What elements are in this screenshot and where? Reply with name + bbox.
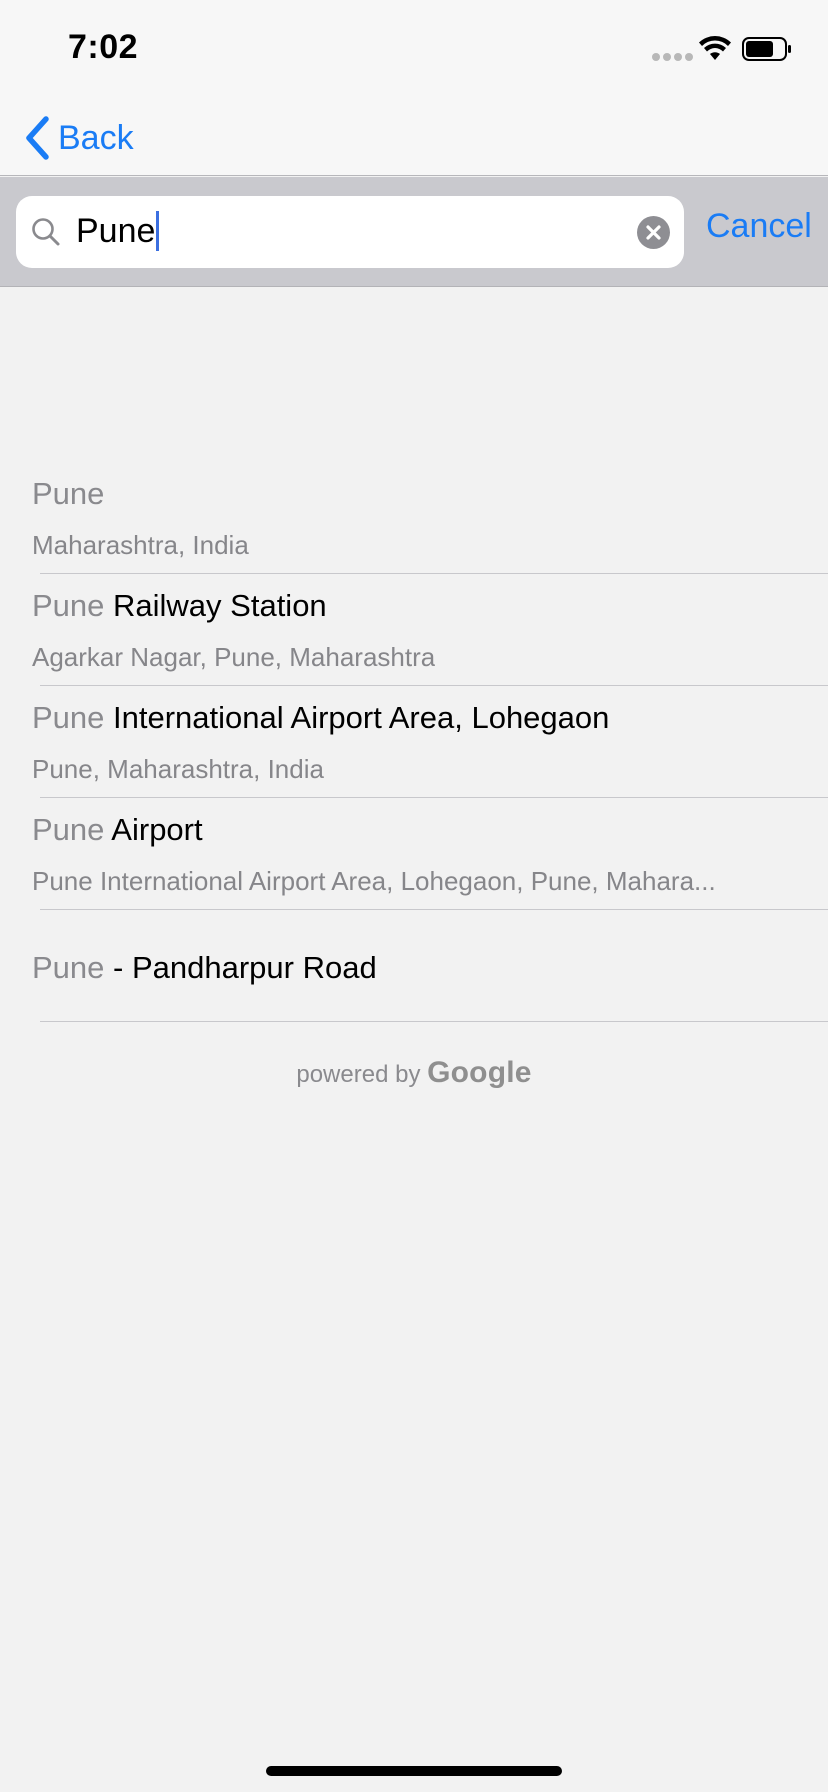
result-subtitle: Pune, Maharashtra, India (32, 754, 324, 784)
wifi-icon (699, 36, 731, 60)
home-indicator (266, 1766, 562, 1776)
search-input[interactable]: Pune (16, 196, 684, 268)
result-subtitle: Agarkar Nagar, Pune, Maharashtra (32, 642, 436, 672)
list-item[interactable]: Pune - Pandharpur Road (0, 910, 828, 1022)
list-item[interactable]: Pune Railway Station Agarkar Nagar, Pune… (0, 574, 828, 686)
list-item[interactable]: Pune Maharashtra, India (0, 462, 828, 574)
powered-by-label: powered by (296, 1061, 421, 1088)
result-title: Pune International Airport Area, Lohegao… (32, 700, 609, 736)
status-time: 7:02 (68, 28, 139, 66)
result-title: Pune Airport (32, 812, 203, 848)
result-match: Pune (32, 950, 105, 985)
list-item[interactable]: Pune International Airport Area, Lohegao… (0, 686, 828, 798)
status-bar: 7:02 (0, 0, 828, 100)
powered-by-google: powered by Google (0, 1056, 828, 1090)
navigation-bar: Back (0, 100, 828, 176)
search-query-text: Pune (76, 211, 156, 250)
result-match: Pune (32, 476, 105, 511)
separator (40, 1021, 828, 1022)
result-title-rest: Airport (104, 812, 203, 847)
search-input-value: Pune (76, 211, 160, 251)
signal-icon (652, 53, 693, 61)
back-button[interactable]: Back (22, 108, 134, 168)
text-cursor (156, 211, 160, 251)
result-match: Pune (32, 588, 105, 623)
result-title-rest: - Pandharpur Road (104, 950, 377, 985)
result-title: Pune Railway Station (32, 588, 327, 624)
result-title-rest: Railway Station (104, 588, 327, 623)
result-title: Pune (32, 476, 104, 512)
result-match: Pune (32, 700, 105, 735)
back-label: Back (58, 118, 134, 157)
results-list: Pune Maharashtra, India Pune Railway Sta… (0, 462, 828, 1022)
result-match: Pune (32, 812, 105, 847)
battery-icon (742, 37, 791, 61)
result-title-rest: International Airport Area, Lohegaon (104, 700, 610, 735)
search-icon (32, 218, 60, 246)
result-title: Pune - Pandharpur Road (32, 950, 377, 986)
clear-icon[interactable] (637, 216, 670, 249)
result-subtitle: Maharashtra, India (32, 530, 249, 560)
google-logo: Google (427, 1056, 532, 1089)
chevron-left-icon (26, 116, 49, 160)
cancel-button[interactable]: Cancel (706, 207, 812, 246)
search-bar: Pune Cancel (0, 177, 828, 287)
list-item[interactable]: Pune Airport Pune International Airport … (0, 798, 828, 910)
result-subtitle: Pune International Airport Area, Lohegao… (32, 866, 716, 896)
